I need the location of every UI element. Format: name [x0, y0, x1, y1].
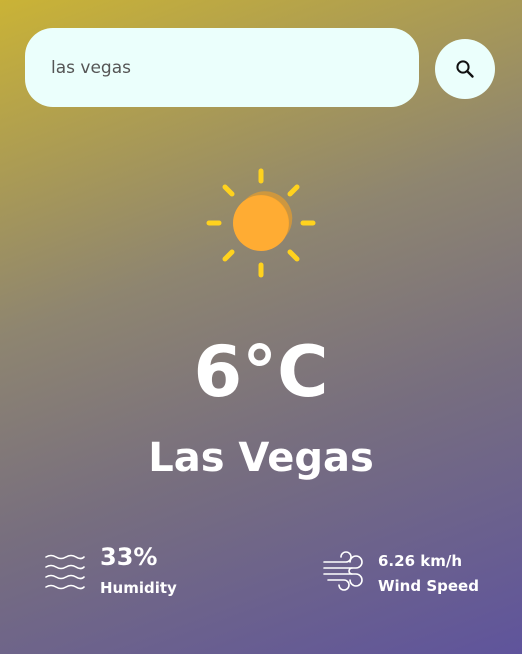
search-button[interactable] — [435, 39, 495, 99]
weather-card: 6°C Las Vegas 33% Humidity — [0, 0, 522, 654]
city-name: Las Vegas — [148, 435, 374, 481]
search-box[interactable] — [25, 28, 419, 107]
wind-speed-label: Wind Speed — [378, 577, 479, 595]
search-input[interactable] — [51, 57, 393, 78]
sun-icon — [206, 168, 316, 278]
humidity-detail: 33% Humidity — [44, 540, 177, 600]
wind-detail: 6.26 km/h Wind Speed — [322, 540, 479, 598]
temperature: 6°C — [193, 331, 329, 413]
wind-speed-value: 6.26 km/h — [378, 552, 462, 570]
wind-icon — [323, 551, 363, 591]
humidity-label: Humidity — [100, 579, 177, 597]
search-icon — [456, 60, 474, 78]
humidity-value: 33% — [100, 543, 158, 571]
waves-icon — [45, 554, 85, 590]
